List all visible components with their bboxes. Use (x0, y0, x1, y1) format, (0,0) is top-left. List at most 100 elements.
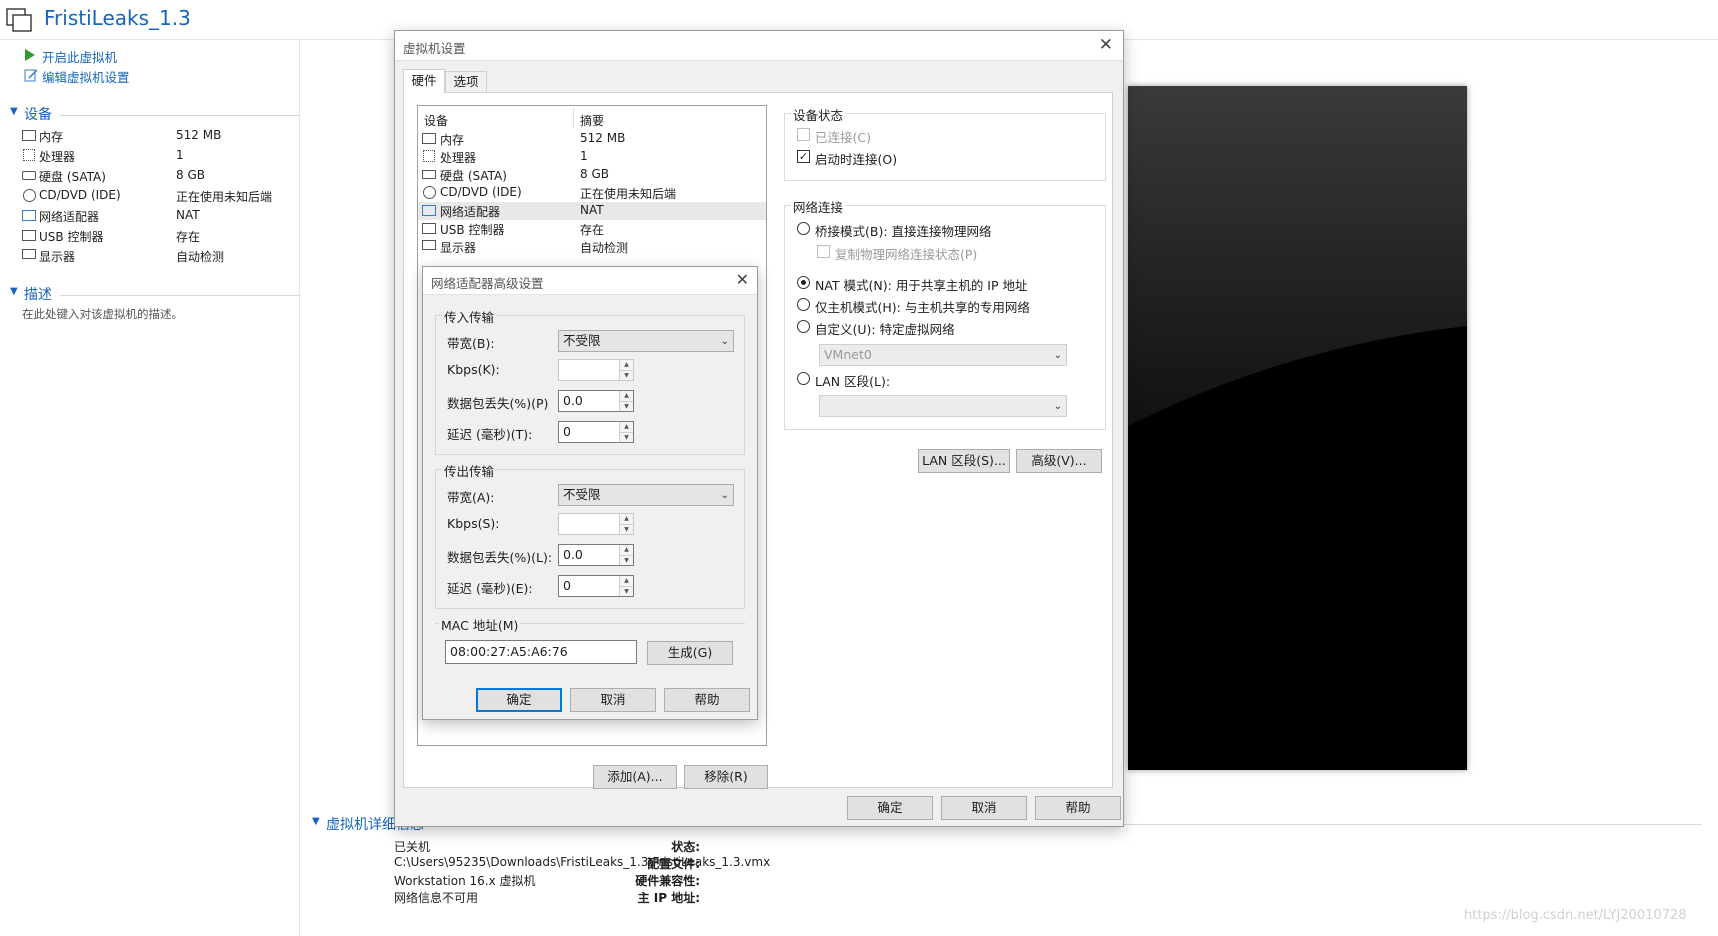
spin-up-icon[interactable]: ▲ (619, 422, 633, 432)
hw-device-row[interactable]: 内存 512 MB (418, 130, 766, 148)
hw-device-row[interactable]: 处理器 1 (418, 148, 766, 166)
device-status-title: 设备状态 (791, 105, 846, 124)
lan-label: LAN 区段(L): (815, 374, 891, 389)
spin-down-icon[interactable]: ▼ (619, 586, 633, 596)
outgoing-latency-spinner[interactable]: 0 ▲ ▼ (558, 575, 634, 597)
hw-device-row[interactable]: CD/DVD (IDE) 正在使用未知后端 (418, 184, 766, 202)
connect-on-power-checkbox[interactable]: ✓ (797, 150, 810, 163)
device-row[interactable]: USB 控制器 存在 (22, 226, 292, 246)
incoming-latency-label: 延迟 (毫秒)(T): (447, 427, 533, 442)
outgoing-latency-label: 延迟 (毫秒)(E): (447, 581, 533, 596)
hw-device-name: CD/DVD (IDE) (440, 185, 522, 199)
memory-icon (422, 133, 436, 144)
settings-help-button[interactable]: 帮助 (1035, 796, 1121, 820)
network-icon (22, 210, 36, 221)
disk-icon (422, 170, 436, 179)
advanced-cancel-button[interactable]: 取消 (570, 688, 656, 712)
close-icon[interactable]: ✕ (1099, 35, 1113, 55)
hw-device-row[interactable]: 硬盘 (SATA) 8 GB (418, 166, 766, 184)
edit-settings-label: 编辑虚拟机设置 (42, 70, 130, 85)
device-value: 1 (176, 148, 184, 162)
connected-checkbox[interactable] (797, 128, 810, 141)
hw-device-row[interactable]: USB 控制器 存在 (418, 220, 766, 238)
hw-device-row-selected[interactable]: 网络适配器 NAT (418, 202, 766, 220)
host-only-radio[interactable] (797, 298, 810, 311)
outgoing-kbps-spinner[interactable]: ▲ ▼ (558, 513, 634, 535)
replicate-checkbox[interactable] (817, 245, 830, 258)
spin-down-icon[interactable]: ▼ (619, 555, 633, 565)
spin-up-icon[interactable]: ▲ (619, 514, 633, 524)
settings-cancel-button[interactable]: 取消 (941, 796, 1027, 820)
device-name: CD/DVD (IDE) (39, 188, 121, 202)
dialog-title: 虚拟机设置 (403, 41, 466, 56)
lan-select[interactable]: ⌄ (819, 395, 1067, 417)
device-name: 网络适配器 (39, 210, 100, 224)
add-button[interactable]: 添加(A)... (593, 765, 677, 789)
incoming-kbps-spinner[interactable]: ▲ ▼ (558, 359, 634, 381)
spin-down-icon[interactable]: ▼ (619, 524, 633, 534)
mac-address-input[interactable]: 08:00:27:A5:A6:76 (445, 640, 637, 664)
outgoing-loss-spinner[interactable]: 0.0 ▲ ▼ (558, 544, 634, 566)
device-row[interactable]: 显示器 自动检测 (22, 246, 292, 266)
spin-up-icon[interactable]: ▲ (619, 576, 633, 586)
device-status-group: 设备状态 已连接(C) ✓ 启动时连接(O) (784, 105, 1106, 181)
hw-device-name: USB 控制器 (440, 223, 505, 237)
incoming-latency-value: 0 (563, 424, 571, 439)
power-on-action[interactable]: 开启此虚拟机 (24, 47, 224, 65)
settings-ok-button[interactable]: 确定 (847, 796, 933, 820)
spin-down-icon[interactable]: ▼ (619, 401, 633, 411)
description-section-title: 描述 (24, 287, 52, 303)
close-icon[interactable]: ✕ (736, 270, 749, 289)
advanced-button[interactable]: 高级(V)... (1016, 449, 1102, 473)
tab-options[interactable]: 选项 (445, 71, 487, 93)
play-icon (24, 48, 36, 66)
remove-button[interactable]: 移除(R) (684, 765, 768, 789)
devices-section-title: 设备 (24, 107, 52, 123)
bridged-radio[interactable] (797, 222, 810, 235)
description-placeholder[interactable]: 在此处键入对该虚拟机的描述。 (22, 306, 183, 322)
vm-title: FristiLeaks_1.3 (44, 6, 191, 30)
advanced-help-button[interactable]: 帮助 (664, 688, 750, 712)
spin-down-icon[interactable]: ▼ (619, 432, 633, 442)
detail-value: 网络信息不可用 (394, 891, 479, 905)
hw-device-summary: 自动检测 (580, 241, 629, 255)
devices-section-header[interactable]: ▼ 设备 (10, 104, 300, 124)
device-row[interactable]: 内存 512 MB (22, 126, 292, 146)
vm-preview-screen[interactable] (1128, 86, 1467, 770)
custom-radio[interactable] (797, 320, 810, 333)
incoming-bandwidth-select[interactable]: 不受限 ⌄ (558, 330, 734, 352)
monitor-icon (22, 249, 36, 259)
hw-device-row[interactable]: 显示器 自动检测 (418, 238, 766, 256)
edit-settings-action[interactable]: 编辑虚拟机设置 (24, 67, 224, 85)
vmnet-select[interactable]: VMnet0 ⌄ (819, 344, 1067, 366)
connect-on-power-label: 启动时连接(O) (815, 152, 898, 167)
advanced-ok-button[interactable]: 确定 (476, 688, 562, 712)
dialog-title-bar: 网络适配器高级设置 ✕ (423, 267, 757, 295)
lan-segments-button[interactable]: LAN 区段(S)... (918, 449, 1010, 473)
outgoing-bandwidth-value: 不受限 (563, 487, 601, 502)
spin-down-icon[interactable]: ▼ (619, 370, 633, 380)
description-section-header[interactable]: ▼ 描述 (10, 284, 300, 304)
lan-radio[interactable] (797, 372, 810, 385)
nat-radio[interactable] (797, 276, 810, 289)
spin-up-icon[interactable]: ▲ (619, 545, 633, 555)
generate-mac-button[interactable]: 生成(G) (647, 641, 733, 665)
device-row[interactable]: 硬盘 (SATA) 8 GB (22, 166, 292, 186)
outgoing-bandwidth-select[interactable]: 不受限 ⌄ (558, 484, 734, 506)
spin-up-icon[interactable]: ▲ (619, 360, 633, 370)
incoming-group: 传入传输 带宽(B): 不受限 ⌄ Kbps(K): ▲ ▼ 数据包丢失(%)(P)… (435, 307, 745, 455)
device-value: NAT (176, 208, 200, 222)
device-row[interactable]: 处理器 1 (22, 146, 292, 166)
incoming-latency-spinner[interactable]: 0 ▲ ▼ (558, 421, 634, 443)
device-value: 正在使用未知后端 (176, 190, 273, 204)
custom-label: 自定义(U): 特定虚拟网络 (815, 322, 955, 337)
device-row[interactable]: CD/DVD (IDE) 正在使用未知后端 (22, 186, 292, 206)
tab-hardware[interactable]: 硬件 (403, 69, 445, 93)
incoming-loss-spinner[interactable]: 0.0 ▲ ▼ (558, 390, 634, 412)
device-value: 8 GB (176, 168, 205, 182)
connected-label: 已连接(C) (815, 130, 871, 145)
device-name: 处理器 (39, 150, 76, 164)
device-row[interactable]: 网络适配器 NAT (22, 206, 292, 226)
hw-device-name: 网络适配器 (440, 205, 501, 219)
spin-up-icon[interactable]: ▲ (619, 391, 633, 401)
